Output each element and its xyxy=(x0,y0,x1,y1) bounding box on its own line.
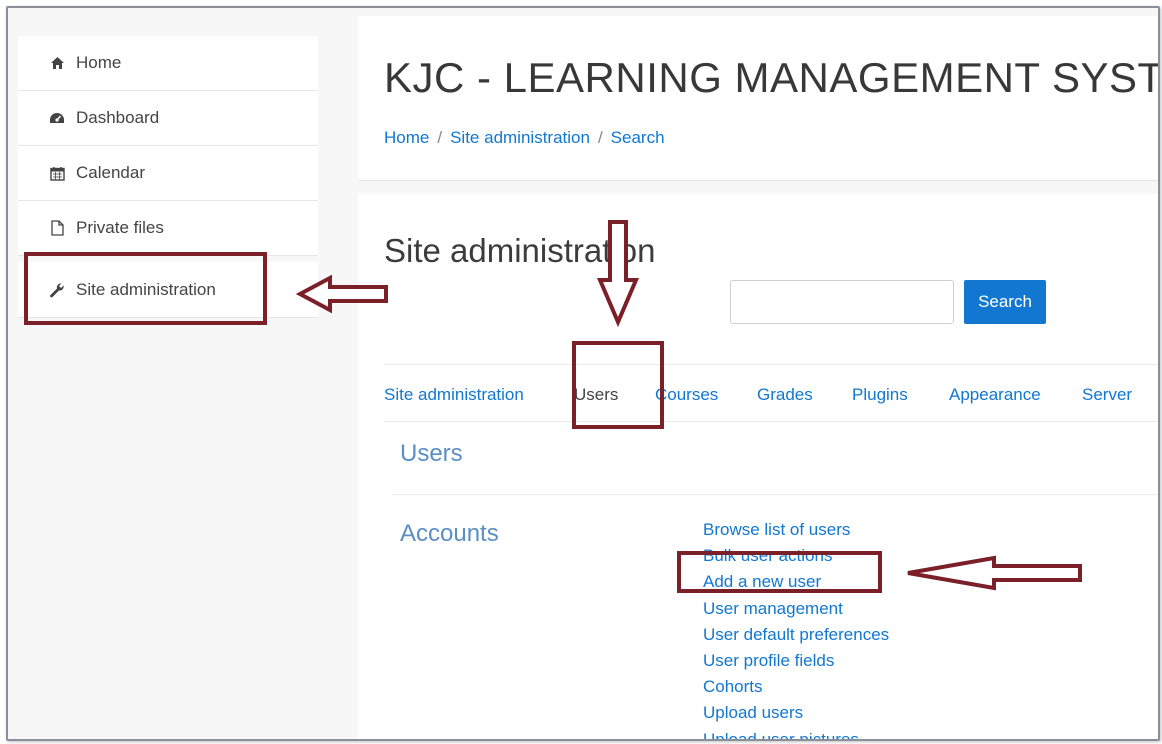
home-icon xyxy=(48,54,66,72)
sidebar-item-label: Dashboard xyxy=(76,108,160,127)
main-region: KJC - LEARNING MANAGEMENT SYSTEM Home / Si… xyxy=(358,16,1160,740)
divider xyxy=(392,494,1158,495)
dashboard-icon xyxy=(48,109,66,127)
highlight-add-new-user xyxy=(677,551,882,593)
breadcrumb-search-link[interactable]: Search xyxy=(611,128,665,147)
highlight-users-tab xyxy=(572,341,664,429)
admin-tabs: Site administration Users Courses Grades… xyxy=(384,364,1158,422)
breadcrumb: Home / Site administration / Search xyxy=(384,128,665,148)
sidebar-item-label: Home xyxy=(76,53,122,72)
arrow-left-icon xyxy=(296,274,388,314)
site-title: KJC - LEARNING MANAGEMENT SYSTEM xyxy=(384,54,1160,101)
tab-site-administration[interactable]: Site administration xyxy=(384,385,524,405)
breadcrumb-home-link[interactable]: Home xyxy=(384,128,429,147)
content-card: Site administration Search Site administ… xyxy=(358,194,1158,740)
arrow-down-icon xyxy=(596,220,640,328)
cohorts-link[interactable]: Cohorts xyxy=(703,677,889,703)
tab-courses[interactable]: Courses xyxy=(655,385,718,405)
breadcrumb-separator: / xyxy=(597,128,603,147)
upload-user-pictures-link[interactable]: Upload user pictures xyxy=(703,730,889,740)
calendar-icon xyxy=(48,164,66,182)
tab-appearance[interactable]: Appearance xyxy=(949,385,1041,405)
section-title-users: Users xyxy=(400,440,463,467)
search-input[interactable] xyxy=(730,280,954,324)
upload-users-link[interactable]: Upload users xyxy=(703,703,889,729)
breadcrumb-site-administration-link[interactable]: Site administration xyxy=(450,128,590,147)
sidebar-item-dashboard[interactable]: Dashboard xyxy=(18,91,318,146)
sidebar-item-label: Calendar xyxy=(76,163,145,182)
tab-plugins[interactable]: Plugins xyxy=(852,385,908,405)
user-management-link[interactable]: User management xyxy=(703,599,889,625)
sidebar-item-label: Private files xyxy=(76,218,164,237)
search-button[interactable]: Search xyxy=(964,280,1046,324)
page-header: KJC - LEARNING MANAGEMENT SYSTEM Home / Si… xyxy=(358,16,1160,181)
highlight-site-administration xyxy=(24,252,267,325)
user-profile-fields-link[interactable]: User profile fields xyxy=(703,651,889,677)
sidebar-item-private-files[interactable]: Private files xyxy=(18,201,318,256)
sidebar-item-home[interactable]: Home xyxy=(18,36,318,91)
accounts-heading: Accounts xyxy=(400,520,499,547)
user-default-preferences-link[interactable]: User default preferences xyxy=(703,625,889,651)
sidebar-item-calendar[interactable]: Calendar xyxy=(18,146,318,201)
tab-server[interactable]: Server xyxy=(1082,385,1132,405)
breadcrumb-separator: / xyxy=(437,128,443,147)
tab-grades[interactable]: Grades xyxy=(757,385,813,405)
browse-users-link[interactable]: Browse list of users xyxy=(703,520,889,546)
arrow-left-icon xyxy=(907,555,1082,591)
file-icon xyxy=(48,219,66,237)
